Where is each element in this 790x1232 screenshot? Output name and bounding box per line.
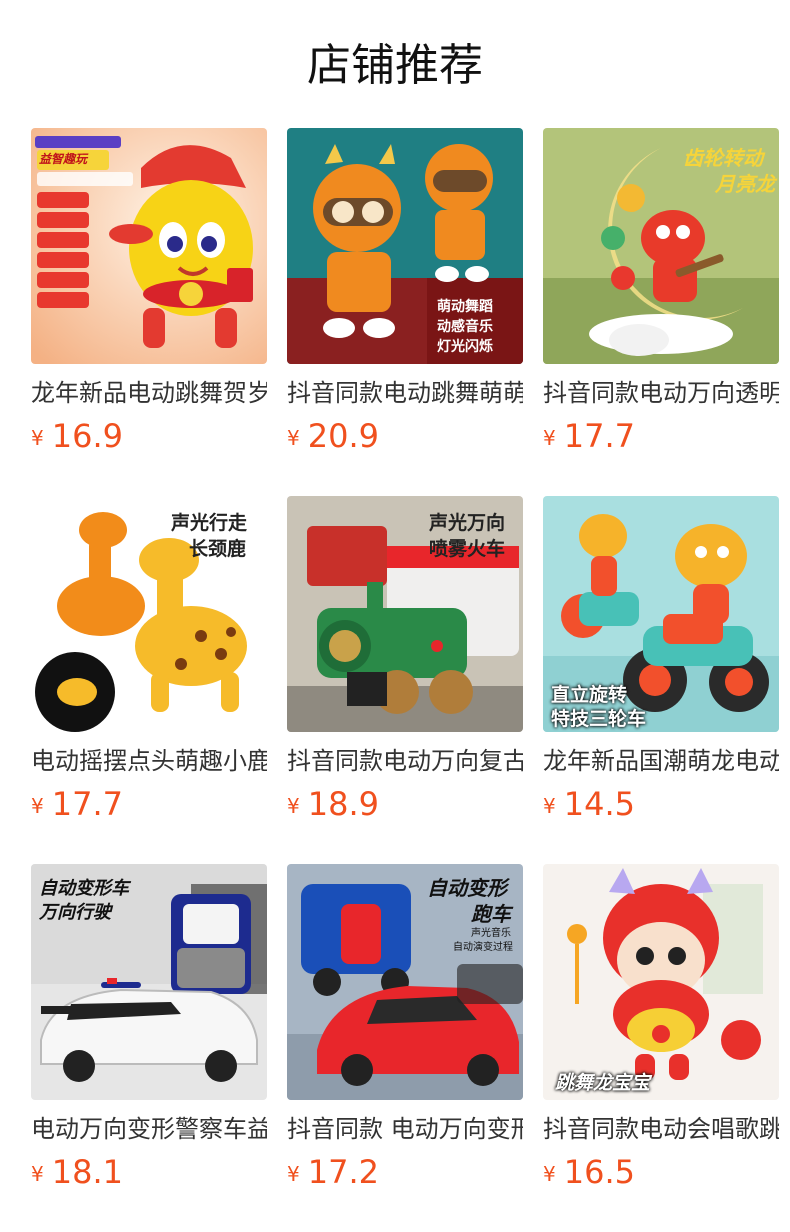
image-caption: 跑车 — [471, 902, 511, 926]
price-value: 18.9 — [307, 785, 379, 823]
product-image[interactable]: 益智趣玩 — [31, 128, 267, 364]
product-price: ¥17.2 — [287, 1152, 379, 1192]
price-value: 16.5 — [563, 1153, 635, 1191]
price-value: 20.9 — [307, 417, 379, 455]
product-card[interactable]: 自动变形 跑车 声光音乐 自动演变过程 抖音同款 电动万向变形 ¥17.2 — [287, 864, 523, 1200]
product-price: ¥16.5 — [543, 1152, 635, 1192]
product-price: ¥18.9 — [287, 784, 379, 824]
product-image[interactable]: 萌动舞蹈 动感音乐 灯光闪烁 — [287, 128, 523, 364]
image-caption: 益智趣玩 — [39, 152, 88, 166]
image-caption: 万向行驶 — [39, 902, 111, 923]
product-title[interactable]: 抖音同款电动会唱歌跳舞 — [543, 1112, 779, 1148]
currency-symbol: ¥ — [287, 1162, 300, 1186]
price-value: 17.7 — [563, 417, 635, 455]
product-title[interactable]: 抖音同款 电动万向变形 — [287, 1112, 523, 1148]
image-caption: 喷雾火车 — [429, 538, 506, 560]
product-image[interactable]: 直立旋转 特技三轮车 — [543, 496, 779, 732]
currency-symbol: ¥ — [543, 426, 556, 450]
image-caption: 自动演变过程 — [453, 942, 513, 953]
currency-symbol: ¥ — [543, 794, 556, 818]
product-card[interactable]: 直立旋转 特技三轮车 龙年新品国潮萌龙电动 ¥14.5 — [543, 496, 779, 832]
product-price: ¥17.7 — [543, 416, 635, 456]
currency-symbol: ¥ — [31, 1162, 44, 1186]
product-image[interactable]: 齿轮转动 月亮龙 — [543, 128, 779, 364]
image-caption: 自动变形 — [427, 876, 507, 900]
image-caption: 萌动舞蹈 — [437, 299, 493, 315]
price-value: 14.5 — [563, 785, 635, 823]
product-card[interactable]: 益智趣玩 龙年新品电动跳舞贺岁 ¥16.9 — [31, 128, 267, 464]
currency-symbol: ¥ — [31, 794, 44, 818]
product-price: ¥14.5 — [543, 784, 635, 824]
product-card[interactable]: 萌动舞蹈 动感音乐 灯光闪烁 抖音同款电动跳舞萌萌龙 ¥20.9 — [287, 128, 523, 464]
image-caption: 动感音乐 — [437, 319, 493, 335]
image-caption: 声光音乐 — [471, 928, 511, 939]
product-image[interactable]: 声光万向 喷雾火车 — [287, 496, 523, 732]
image-caption: 跳舞龙宝宝 — [555, 1072, 651, 1094]
product-price: ¥16.9 — [31, 416, 123, 456]
product-grid: 益智趣玩 龙年新品电动跳舞贺岁 ¥16.9 萌动舞蹈 动感音乐 灯光闪烁 抖音同… — [31, 128, 781, 1200]
product-card[interactable]: 自动变形车 万向行驶 电动万向变形警察车益 ¥18.1 — [31, 864, 267, 1200]
product-price: ¥20.9 — [287, 416, 379, 456]
price-value: 16.9 — [51, 417, 123, 455]
price-value: 17.2 — [307, 1153, 379, 1191]
product-image[interactable]: 自动变形 跑车 声光音乐 自动演变过程 — [287, 864, 523, 1100]
currency-symbol: ¥ — [31, 426, 44, 450]
image-caption: 长颈鹿 — [189, 538, 247, 560]
product-price: ¥18.1 — [31, 1152, 123, 1192]
currency-symbol: ¥ — [543, 1162, 556, 1186]
currency-symbol: ¥ — [287, 426, 300, 450]
image-caption: 特技三轮车 — [551, 708, 647, 730]
currency-symbol: ¥ — [287, 794, 300, 818]
product-card[interactable]: 声光万向 喷雾火车 抖音同款电动万向复古 ¥18.9 — [287, 496, 523, 832]
product-card[interactable]: 齿轮转动 月亮龙 抖音同款电动万向透明 ¥17.7 — [543, 128, 779, 464]
image-caption: 直立旋转 — [551, 684, 628, 706]
product-price: ¥17.7 — [31, 784, 123, 824]
price-value: 18.1 — [51, 1153, 123, 1191]
page-title: 店铺推荐 — [307, 40, 483, 91]
product-title[interactable]: 龙年新品国潮萌龙电动 — [543, 744, 779, 780]
image-caption: 齿轮转动 — [683, 146, 763, 170]
image-caption: 月亮龙 — [715, 172, 775, 196]
product-title[interactable]: 抖音同款电动跳舞萌萌龙 — [287, 376, 523, 412]
product-title[interactable]: 电动摇摆点头萌趣小鹿 — [31, 744, 267, 780]
price-value: 17.7 — [51, 785, 123, 823]
image-caption: 灯光闪烁 — [437, 339, 493, 355]
product-title[interactable]: 抖音同款电动万向复古 — [287, 744, 523, 780]
product-title[interactable]: 电动万向变形警察车益 — [31, 1112, 267, 1148]
product-title[interactable]: 抖音同款电动万向透明 — [543, 376, 779, 412]
product-image[interactable]: 声光行走 长颈鹿 — [31, 496, 267, 732]
image-caption: 声光万向 — [429, 512, 506, 534]
product-card[interactable]: 跳舞龙宝宝 抖音同款电动会唱歌跳舞 ¥16.5 — [543, 864, 779, 1200]
image-caption: 声光行走 — [171, 512, 248, 534]
product-card[interactable]: 声光行走 长颈鹿 电动摇摆点头萌趣小鹿 ¥17.7 — [31, 496, 267, 832]
product-image[interactable]: 自动变形车 万向行驶 — [31, 864, 267, 1100]
image-caption: 自动变形车 — [39, 878, 129, 899]
product-title[interactable]: 龙年新品电动跳舞贺岁 — [31, 376, 267, 412]
product-image[interactable]: 跳舞龙宝宝 — [543, 864, 779, 1100]
